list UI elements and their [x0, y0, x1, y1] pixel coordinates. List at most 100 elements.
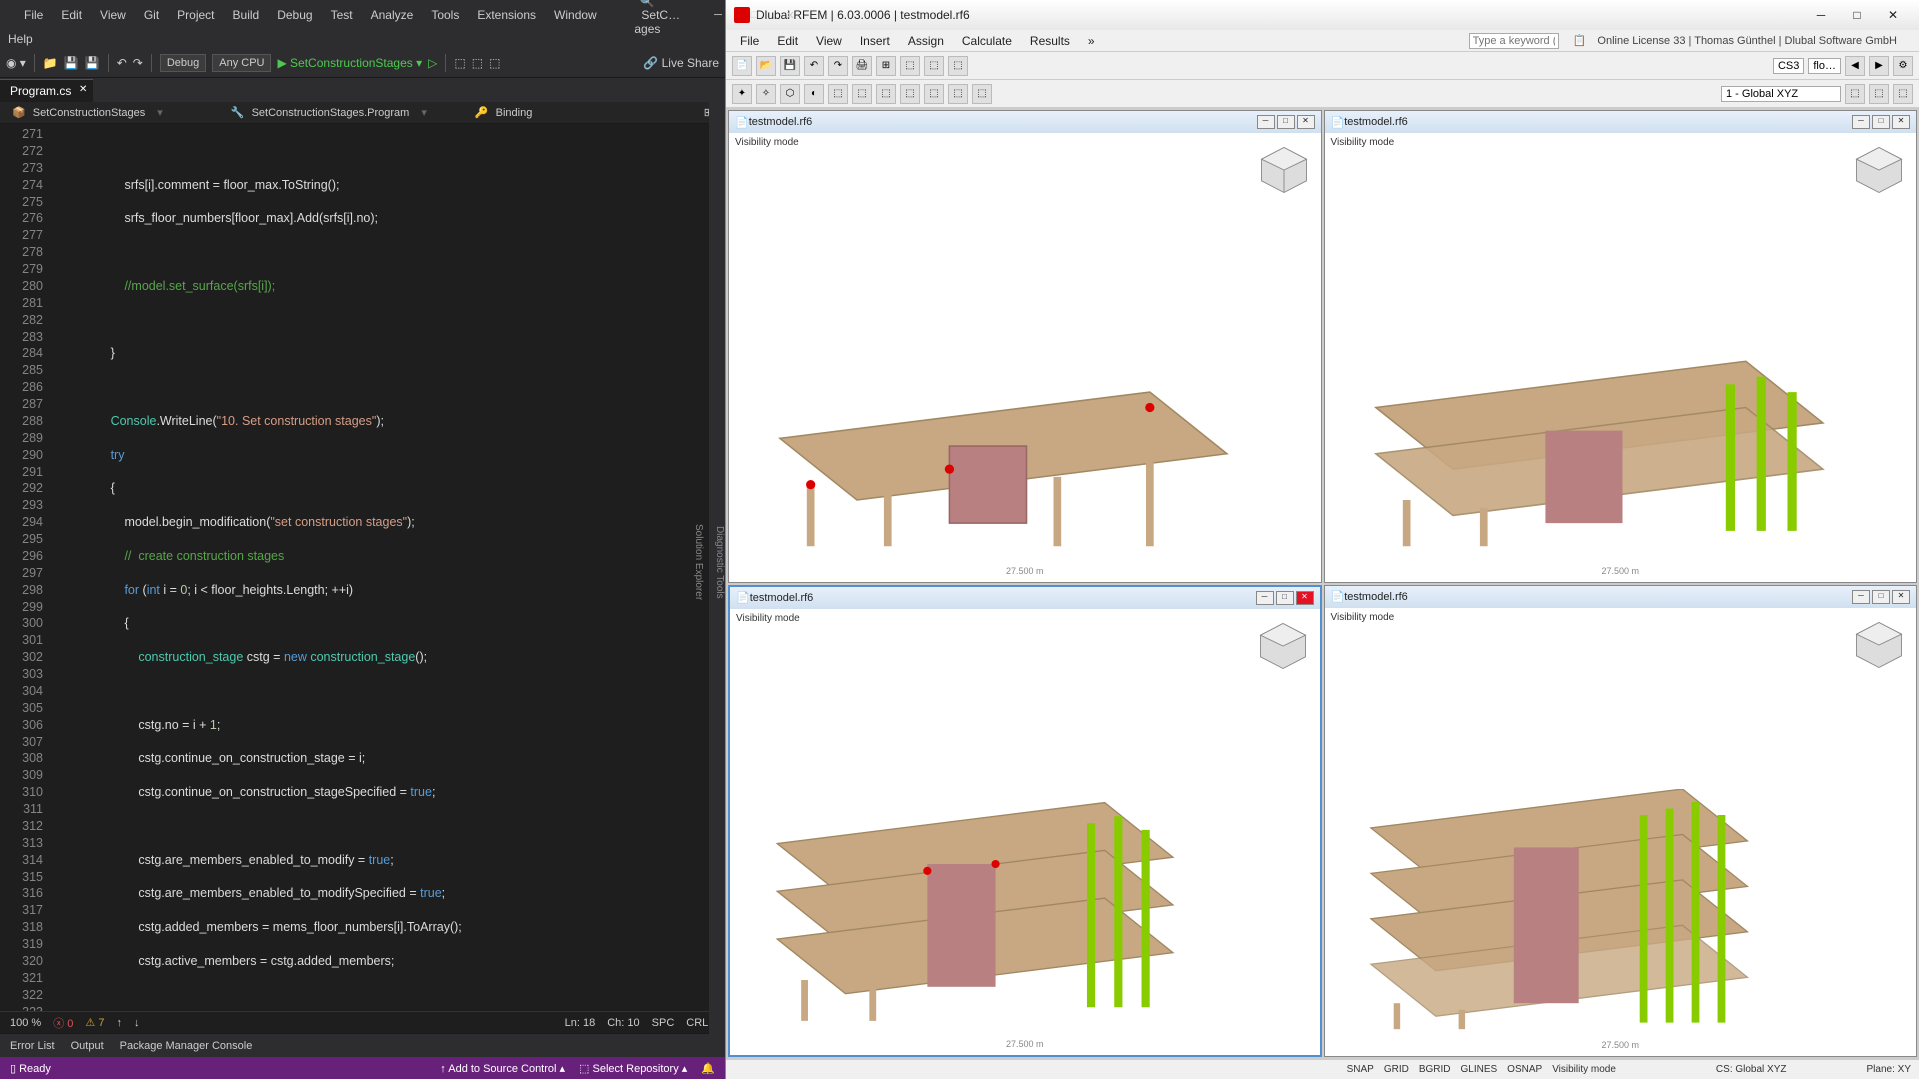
- start-button[interactable]: ▶ SetConstructionStages ▾: [277, 56, 422, 70]
- menu-tools[interactable]: Tools: [423, 4, 467, 26]
- tab-close-icon[interactable]: ✕: [79, 84, 87, 95]
- viewport-4[interactable]: 📄 testmodel.rf6 ─□✕ Visibility mode 27.5…: [1324, 585, 1918, 1058]
- save-icon[interactable]: 💾: [64, 56, 79, 70]
- rmenu-edit[interactable]: Edit: [769, 32, 806, 50]
- rmenu-calculate[interactable]: Calculate: [954, 32, 1020, 50]
- nav-cube-icon[interactable]: [1256, 619, 1310, 673]
- menu-view[interactable]: View: [92, 4, 134, 26]
- solution-explorer-tab[interactable]: Solution Explorer: [693, 524, 704, 600]
- rmenu-insert[interactable]: Insert: [852, 32, 898, 50]
- ch[interactable]: Ch: 10: [607, 1017, 639, 1029]
- tab-program-cs[interactable]: Program.cs✕: [0, 79, 93, 102]
- error-list-tab[interactable]: Error List: [10, 1040, 55, 1052]
- tool-icon[interactable]: ⬚: [948, 56, 968, 76]
- vp-max-icon[interactable]: □: [1872, 590, 1890, 604]
- vp-canvas[interactable]: Visibility mode 27.500 m: [1325, 608, 1917, 1057]
- snap-toggle[interactable]: SNAP: [1347, 1064, 1374, 1075]
- rmenu-view[interactable]: View: [808, 32, 850, 50]
- diagnostic-tab[interactable]: Diagnostic Tools: [714, 526, 725, 599]
- spc[interactable]: SPC: [652, 1017, 675, 1029]
- redo-icon[interactable]: ↷: [133, 56, 143, 70]
- new-icon[interactable]: 📁: [43, 56, 58, 70]
- nav-cube-icon[interactable]: [1852, 143, 1906, 197]
- rmenu-assign[interactable]: Assign: [900, 32, 952, 50]
- tool-icon[interactable]: ✦: [732, 84, 752, 104]
- tool-icon[interactable]: ⬚: [972, 84, 992, 104]
- add-source-control[interactable]: ↑ Add to Source Control ▴: [440, 1062, 565, 1075]
- vp-close-icon[interactable]: ✕: [1296, 591, 1314, 605]
- vp-canvas[interactable]: Visibility mode 27.500 m: [729, 133, 1321, 582]
- viewport-1[interactable]: 📄 testmodel.rf6 ─□✕ Visibility mode 27.5…: [728, 110, 1322, 583]
- tool-icon[interactable]: 🖨: [852, 56, 872, 76]
- back-icon[interactable]: ◉ ▾: [6, 56, 26, 70]
- tool-icon[interactable]: ⚙: [1893, 56, 1913, 76]
- bc-project[interactable]: 📦 SetConstructionStages: [8, 106, 153, 119]
- menu-edit[interactable]: Edit: [53, 4, 90, 26]
- menu-window[interactable]: Window: [546, 4, 605, 26]
- vp-min-icon[interactable]: ─: [1256, 591, 1274, 605]
- tool-icon[interactable]: ⬚: [876, 84, 896, 104]
- coord-select[interactable]: 1 - Global XYZ: [1721, 86, 1841, 102]
- start-nodbg-icon[interactable]: ▷: [428, 56, 437, 70]
- tool-icon[interactable]: ⬚: [489, 56, 500, 70]
- menu-file[interactable]: File: [16, 4, 51, 26]
- menu-project[interactable]: Project: [169, 4, 222, 26]
- vp-canvas[interactable]: Visibility mode 27.500 m: [1325, 133, 1917, 582]
- tool-icon[interactable]: ⬚: [924, 84, 944, 104]
- nav-cube-icon[interactable]: [1257, 143, 1311, 197]
- close-icon[interactable]: ✕: [1875, 2, 1911, 28]
- select-repo[interactable]: ⬚ Select Repository ▴: [579, 1062, 687, 1075]
- tool-icon[interactable]: ▶: [1869, 56, 1889, 76]
- rmenu-file[interactable]: File: [732, 32, 767, 50]
- tool-icon[interactable]: ⬚: [900, 84, 920, 104]
- vp-max-icon[interactable]: □: [1276, 591, 1294, 605]
- tool-icon[interactable]: 💾: [780, 56, 800, 76]
- tool-icon[interactable]: ⬚: [1869, 84, 1889, 104]
- code-body[interactable]: srfs[i].comment = floor_max.ToString(); …: [55, 124, 725, 1011]
- tool-icon[interactable]: ↷: [828, 56, 848, 76]
- tool-icon[interactable]: ⬚: [472, 56, 483, 70]
- vp-close-icon[interactable]: ✕: [1892, 115, 1910, 129]
- menu-analyze[interactable]: Analyze: [363, 4, 422, 26]
- flo-select[interactable]: flo…: [1808, 58, 1841, 74]
- pkg-console-tab[interactable]: Package Manager Console: [120, 1040, 253, 1052]
- code-editor[interactable]: 2712722732742752762772782792802812822832…: [0, 124, 725, 1011]
- tool-icon[interactable]: 📄: [732, 56, 752, 76]
- tool-icon[interactable]: ✧: [756, 84, 776, 104]
- vp-max-icon[interactable]: □: [1872, 115, 1890, 129]
- vp-canvas[interactable]: Visibility mode 27.500 m: [730, 609, 1320, 1056]
- menu-test[interactable]: Test: [323, 4, 361, 26]
- osnap-toggle[interactable]: OSNAP: [1507, 1064, 1542, 1075]
- tool-icon[interactable]: ⬡: [780, 84, 800, 104]
- vp-close-icon[interactable]: ✕: [1297, 115, 1315, 129]
- vp-close-icon[interactable]: ✕: [1892, 590, 1910, 604]
- platform-select[interactable]: Any CPU: [212, 54, 271, 72]
- rmenu-results[interactable]: Results: [1022, 32, 1078, 50]
- cs-select[interactable]: CS3: [1773, 58, 1804, 74]
- menu-help[interactable]: Help: [8, 32, 33, 46]
- tool-icon[interactable]: ⬚: [828, 84, 848, 104]
- tool-icon[interactable]: ◀: [1845, 56, 1865, 76]
- tool-icon[interactable]: ↶: [804, 56, 824, 76]
- close-icon[interactable]: ✕: [772, 1, 808, 29]
- rmenu-more[interactable]: »: [1080, 32, 1103, 50]
- tool-icon[interactable]: ⬚: [1845, 84, 1865, 104]
- tool-icon[interactable]: ⊞: [876, 56, 896, 76]
- bc-member[interactable]: 🔑 Binding: [471, 106, 540, 119]
- minimize-icon[interactable]: ─: [1803, 2, 1839, 28]
- vp-min-icon[interactable]: ─: [1852, 590, 1870, 604]
- tool-icon[interactable]: 📂: [756, 56, 776, 76]
- nav-up-icon[interactable]: ↑: [116, 1017, 122, 1029]
- vp-min-icon[interactable]: ─: [1852, 115, 1870, 129]
- minimize-icon[interactable]: ─: [700, 1, 736, 29]
- undo-icon[interactable]: ↶: [117, 56, 127, 70]
- viewport-3[interactable]: 📄 testmodel.rf6 ─□✕ Visibility mode 27.5…: [728, 585, 1322, 1058]
- ln[interactable]: Ln: 18: [565, 1017, 596, 1029]
- grid-toggle[interactable]: GRID: [1384, 1064, 1409, 1075]
- error-count[interactable]: ⓧ 0: [53, 1015, 73, 1031]
- tool-icon[interactable]: ⬚: [948, 84, 968, 104]
- nav-down-icon[interactable]: ↓: [134, 1017, 140, 1029]
- zoom-level[interactable]: 100 %: [10, 1017, 41, 1029]
- menu-git[interactable]: Git: [136, 4, 167, 26]
- vis-mode-label[interactable]: Visibility mode: [1552, 1064, 1616, 1075]
